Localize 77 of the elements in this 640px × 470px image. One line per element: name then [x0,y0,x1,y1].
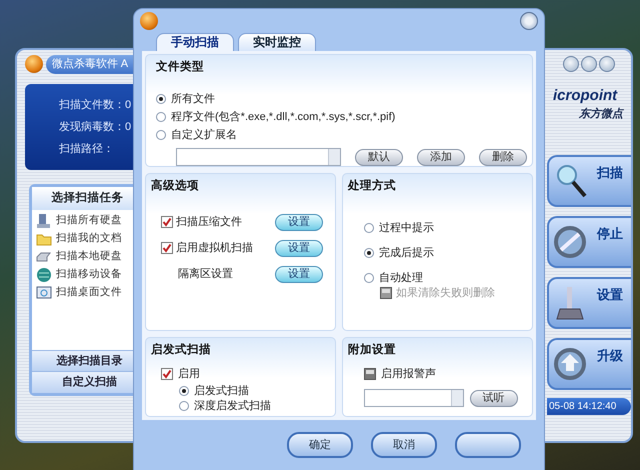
preview-button[interactable]: 试听 [470,390,518,407]
checkbox[interactable] [161,242,173,254]
pill-button[interactable]: 删除 [479,148,527,166]
checkbox[interactable] [161,216,173,228]
option-label: 自动处理 [379,270,423,286]
radio-button[interactable] [179,400,189,411]
checkbox[interactable] [364,368,376,380]
task-item[interactable]: 扫描本地硬盘 [56,248,122,265]
task-item[interactable]: 扫描所有硬盘 [56,212,122,229]
window-control-icon[interactable] [599,56,615,72]
action-label: 设置 [597,286,623,304]
app-logo-icon [140,12,158,30]
panel-title: 文件类型 [156,59,205,75]
close-icon[interactable] [520,12,538,30]
dialog-button[interactable]: 取消 [371,432,437,458]
option-label: 启发式扫描 [194,384,249,398]
stat-label: 发现病毒数：0 [59,120,132,134]
panel-title: 处理方式 [348,178,397,194]
settings-button[interactable]: 设置 [275,240,323,257]
sound-combo[interactable] [364,389,464,408]
radio-button[interactable] [364,222,374,233]
settings-button[interactable]: 设置 [275,266,323,283]
stat-label: 扫描文件数：0 [59,98,132,112]
checkbox[interactable] [161,368,173,380]
pill-button[interactable]: 默认 [355,148,403,166]
logo-wordmark: icropoint [552,86,618,106]
globe-icon [36,266,52,283]
action-label: 停止 [597,225,623,243]
option-label: 如果清除失败则删除 [396,286,495,301]
action-button[interactable]: 升级 [547,338,631,390]
clock: 05-08 14:12:40 [547,398,631,415]
monitor-icon [36,284,52,301]
option-label: 过程中提示 [379,220,434,236]
radio-button[interactable] [156,112,166,122]
settings-button[interactable]: 设置 [275,214,323,231]
panel-title: 高级选项 [151,178,200,194]
radio-button[interactable] [156,94,166,104]
option-label: 启用报警声 [381,366,436,382]
option-label: 所有文件 [171,92,215,107]
radio-button[interactable] [364,272,374,283]
extension-combo[interactable] [176,148,341,166]
option-label: 启用 [178,366,200,382]
logo-name: 东方微点 [578,106,625,122]
no-sign-icon [553,224,587,260]
task-item[interactable]: 扫描我的文档 [56,230,122,247]
radio-button[interactable] [364,248,374,258]
action-label: 升级 [597,347,623,365]
option-label: 完成后提示 [379,246,434,260]
action-button[interactable]: 扫描 [547,155,631,207]
pill-button[interactable]: 添加 [417,148,465,166]
task-item[interactable]: 扫描桌面文件 [56,284,122,301]
panel-title: 附加设置 [348,342,397,358]
option-label: 深度启发式扫描 [194,398,271,414]
dialog-button[interactable]: 确定 [287,432,353,458]
option-label: 扫描压缩文件 [176,214,242,230]
stat-label: 扫描路径： [59,142,115,156]
app-logo-icon [25,55,43,74]
action-button[interactable]: 停止 [547,216,631,268]
task-item[interactable]: 扫描移动设备 [56,266,122,283]
action-button[interactable]: 设置 [547,277,631,329]
tab[interactable]: 实时监控 [238,33,316,51]
panel-tab[interactable]: 选择扫描目录 [32,350,133,371]
window-control-icon[interactable] [581,56,597,72]
panel-title: 启发式扫描 [151,342,212,358]
panel-title: 选择扫描任务 [32,186,133,210]
radio-button[interactable] [156,130,166,140]
radio-button[interactable] [179,386,189,396]
window-control-icon[interactable] [563,56,579,72]
option-label: 自定义扩展名 [171,128,237,143]
panel-tab[interactable]: 自定义扫描 [32,371,133,392]
option-label: 启用虚拟机扫描 [176,240,253,256]
dialog-button[interactable] [455,432,521,458]
action-label: 扫描 [597,164,623,182]
option-label: 程序文件(包含*.exe,*.dll,*.com,*.sys,*.scr,*.pif) [171,110,396,125]
window-title: 微点杀毒软件 A [46,55,133,74]
option-label: 隔离区设置 [178,266,233,282]
tab[interactable]: 手动扫描 [156,33,234,51]
